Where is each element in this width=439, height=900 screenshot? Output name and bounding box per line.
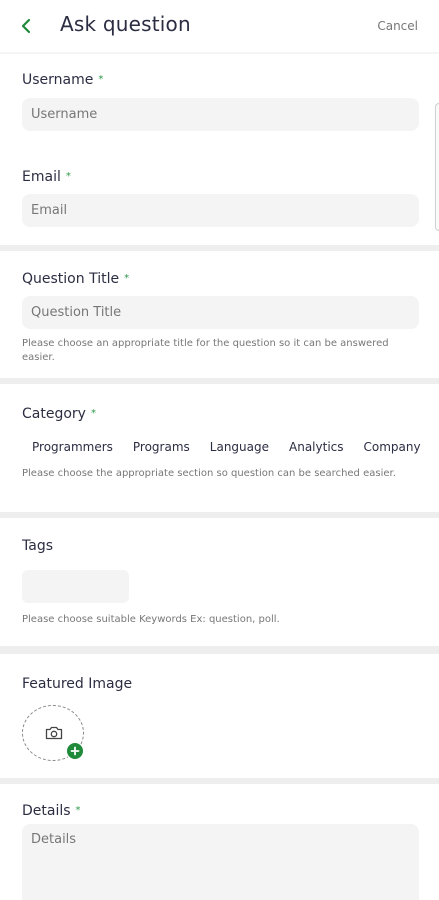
category-option[interactable]: Language bbox=[200, 440, 279, 458]
question-title-input[interactable] bbox=[22, 296, 419, 329]
plus-icon bbox=[70, 746, 80, 756]
required-mark: * bbox=[65, 171, 71, 182]
featured-image-picker[interactable] bbox=[22, 705, 84, 761]
category-option[interactable]: Company bbox=[354, 440, 431, 458]
section-divider bbox=[0, 778, 439, 784]
tags-label: Tags bbox=[22, 538, 53, 554]
add-image-button[interactable] bbox=[66, 742, 84, 760]
category-option[interactable]: Programs bbox=[123, 440, 200, 458]
cancel-button[interactable]: Cancel bbox=[377, 19, 418, 33]
section-divider bbox=[0, 512, 439, 518]
email-label: Email * bbox=[22, 169, 71, 185]
category-option[interactable]: Programmers bbox=[22, 440, 123, 458]
section-divider bbox=[0, 378, 439, 384]
username-label: Username * bbox=[22, 72, 104, 88]
back-button[interactable] bbox=[14, 14, 38, 38]
username-input[interactable] bbox=[22, 98, 419, 131]
scrollbar[interactable] bbox=[435, 103, 439, 231]
tags-input[interactable] bbox=[22, 570, 129, 603]
required-mark: * bbox=[124, 273, 130, 284]
page-title: Ask question bbox=[60, 12, 191, 36]
section-divider bbox=[0, 245, 439, 251]
camera-icon bbox=[45, 726, 63, 740]
details-textarea[interactable] bbox=[22, 824, 419, 900]
required-mark: * bbox=[75, 805, 81, 816]
header-divider bbox=[0, 52, 439, 54]
category-options: Programmers Programs Language Analytics … bbox=[22, 440, 439, 458]
category-label: Category * bbox=[22, 406, 96, 422]
required-mark: * bbox=[90, 408, 96, 419]
category-option[interactable]: Analytics bbox=[279, 440, 354, 458]
featured-image-label: Featured Image bbox=[22, 676, 133, 692]
tags-help: Please choose suitable Keywords Ex: ques… bbox=[22, 614, 280, 625]
category-help: Please choose the appropriate section so… bbox=[22, 468, 396, 479]
section-divider bbox=[0, 646, 439, 654]
app-header: Ask question Cancel bbox=[0, 0, 439, 54]
required-mark: * bbox=[98, 74, 104, 85]
chevron-left-icon bbox=[21, 18, 31, 34]
question-title-help: Please choose an appropriate title for t… bbox=[22, 338, 389, 363]
details-label: Details * bbox=[22, 803, 81, 819]
question-title-label: Question Title * bbox=[22, 271, 130, 287]
email-input[interactable] bbox=[22, 194, 419, 227]
